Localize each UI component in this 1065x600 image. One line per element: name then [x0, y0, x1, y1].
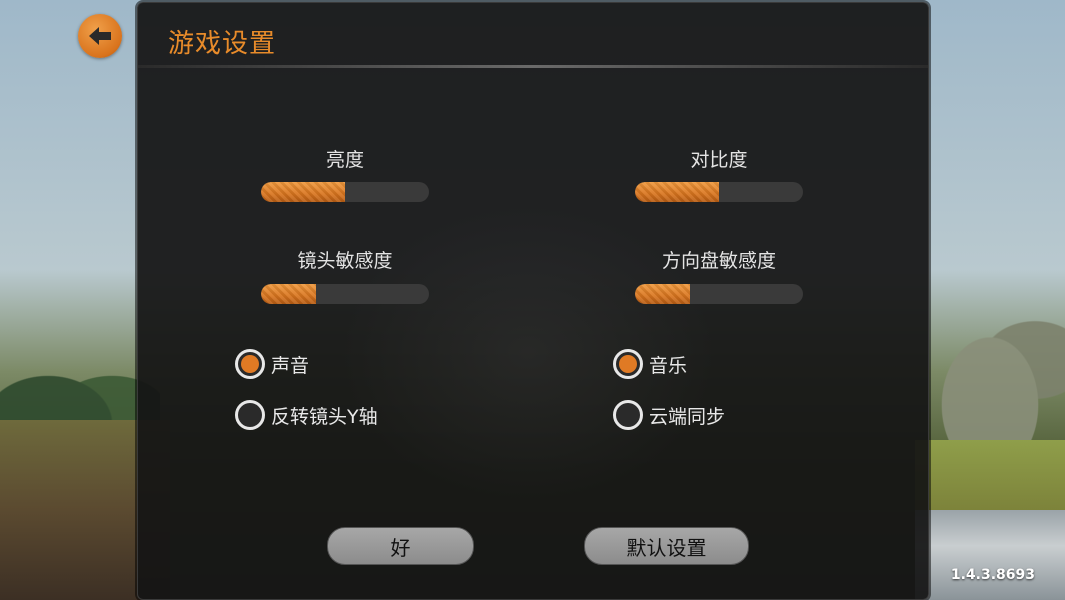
radio-dot — [619, 355, 637, 373]
sound-label: 声音 — [271, 354, 310, 377]
settings-panel: 游戏设置 亮度 对比度 镜头敏感度 方向盘敏感度 声音 音乐 反转镜头Y轴 云端… — [137, 2, 929, 600]
invert-camera-y-radio[interactable] — [235, 400, 265, 430]
music-label: 音乐 — [649, 354, 688, 377]
steering-sensitivity-slider-fill — [635, 284, 691, 304]
steering-sensitivity-label: 方向盘敏感度 — [661, 250, 776, 272]
contrast-slider-fill — [635, 182, 719, 202]
default-settings-button[interactable]: 默认设置 — [584, 527, 749, 565]
steering-sensitivity-slider[interactable] — [635, 284, 803, 304]
invert-camera-y-toggle[interactable]: 反转镜头Y轴 — [235, 400, 378, 430]
brightness-slider[interactable] — [261, 182, 429, 202]
title-divider — [138, 65, 928, 68]
cloud-sync-toggle[interactable]: 云端同步 — [613, 400, 725, 430]
camera-sensitivity-slider-fill — [261, 284, 317, 304]
brightness-label: 亮度 — [325, 149, 364, 171]
contrast-slider[interactable] — [635, 182, 803, 202]
ok-button[interactable]: 好 — [327, 527, 474, 565]
brightness-slider-fill — [261, 182, 345, 202]
cloud-sync-radio[interactable] — [613, 400, 643, 430]
back-button[interactable] — [78, 14, 122, 58]
background-trees-right — [915, 300, 1065, 450]
version-label: 1.4.3.8693 — [950, 567, 1035, 583]
music-radio[interactable] — [613, 349, 643, 379]
music-toggle[interactable]: 音乐 — [613, 349, 687, 379]
camera-sensitivity-label: 镜头敏感度 — [297, 250, 393, 272]
camera-sensitivity-slider[interactable] — [261, 284, 429, 304]
sound-toggle[interactable]: 声音 — [235, 349, 309, 379]
sound-radio[interactable] — [235, 349, 265, 379]
page-title: 游戏设置 — [168, 29, 277, 59]
background-water-right — [915, 510, 1065, 600]
invert-camera-y-label: 反转镜头Y轴 — [271, 405, 378, 428]
background-ground-right — [915, 440, 1065, 520]
cloud-sync-label: 云端同步 — [649, 405, 726, 428]
radio-dot — [241, 355, 259, 373]
back-arrow-icon — [89, 27, 111, 45]
contrast-label: 对比度 — [690, 149, 748, 171]
